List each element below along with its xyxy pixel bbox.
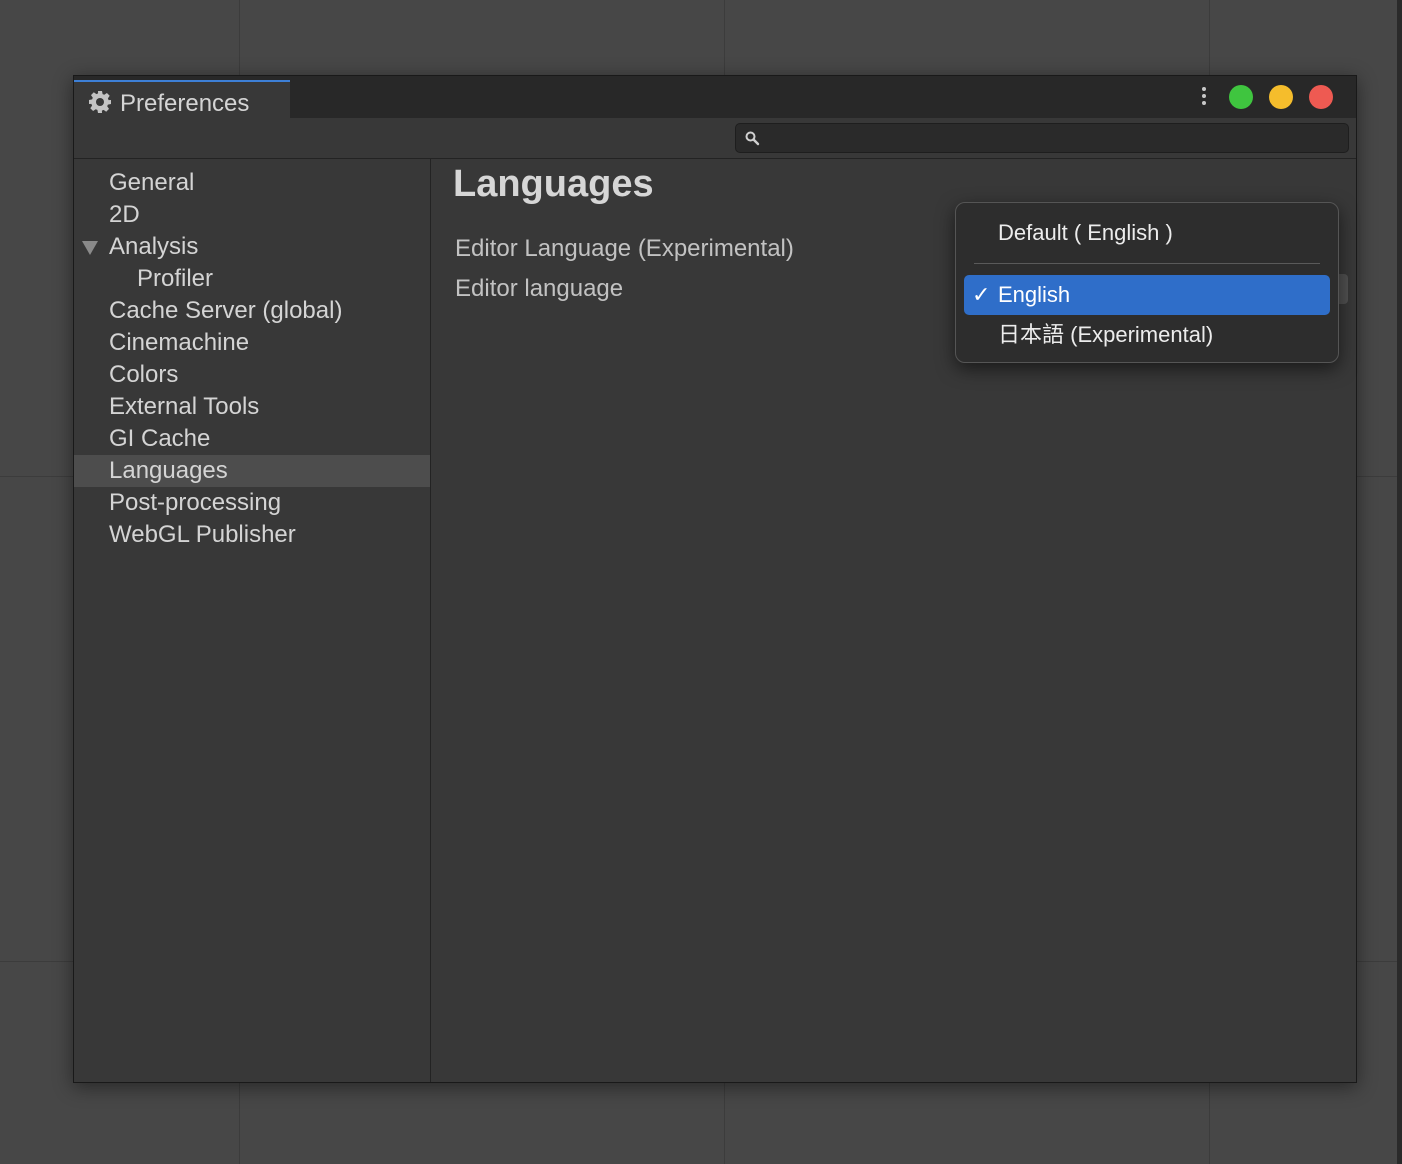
toolbar bbox=[74, 118, 1356, 159]
close-button[interactable] bbox=[1309, 85, 1333, 109]
search-icon bbox=[745, 131, 760, 146]
window-title: Preferences bbox=[120, 90, 250, 117]
editor-language-experimental-label: Editor Language (Experimental) bbox=[455, 235, 794, 262]
sidebar-item-gi-cache[interactable]: GI Cache bbox=[74, 423, 430, 455]
search-input[interactable] bbox=[766, 126, 1340, 152]
preferences-tab[interactable]: Preferences bbox=[74, 80, 290, 118]
screen-edge bbox=[1397, 0, 1402, 1164]
sidebar-item-cinemachine[interactable]: Cinemachine bbox=[74, 327, 430, 359]
settings-sidebar: General 2D Analysis Profiler Cache Serve… bbox=[74, 159, 431, 1082]
title-bar: Preferences bbox=[74, 76, 1356, 118]
sidebar-item-profiler[interactable]: Profiler bbox=[74, 263, 430, 295]
sidebar-item-external-tools[interactable]: External Tools bbox=[74, 391, 430, 423]
sidebar-item-colors[interactable]: Colors bbox=[74, 359, 430, 391]
checkmark-icon: ✓ bbox=[972, 282, 991, 307]
language-dropdown-menu: Default ( English ) ✓ English 日本語 (Exper… bbox=[955, 202, 1339, 363]
sidebar-item-cache-server[interactable]: Cache Server (global) bbox=[74, 295, 430, 327]
foldout-arrow-icon[interactable] bbox=[82, 241, 98, 255]
sidebar-item-languages[interactable]: Languages bbox=[74, 455, 430, 487]
sidebar-item-webgl-publisher[interactable]: WebGL Publisher bbox=[74, 519, 430, 551]
gear-icon bbox=[89, 91, 111, 113]
sidebar-item-2d[interactable]: 2D bbox=[74, 199, 430, 231]
option-english[interactable]: ✓ English bbox=[964, 275, 1330, 315]
editor-language-label: Editor language bbox=[455, 275, 624, 302]
sidebar-item-analysis[interactable]: Analysis bbox=[74, 231, 430, 263]
sidebar-item-general[interactable]: General bbox=[74, 167, 430, 199]
minimize-button[interactable] bbox=[1269, 85, 1293, 109]
option-default-english[interactable]: Default ( English ) bbox=[964, 213, 1330, 253]
menu-separator bbox=[974, 263, 1320, 264]
sidebar-item-post-processing[interactable]: Post-processing bbox=[74, 487, 430, 519]
option-japanese-experimental[interactable]: 日本語 (Experimental) bbox=[964, 315, 1330, 355]
maximize-button[interactable] bbox=[1229, 85, 1253, 109]
search-field[interactable] bbox=[735, 123, 1349, 153]
page-title: Languages bbox=[453, 163, 654, 205]
more-options-icon[interactable] bbox=[1194, 85, 1214, 109]
